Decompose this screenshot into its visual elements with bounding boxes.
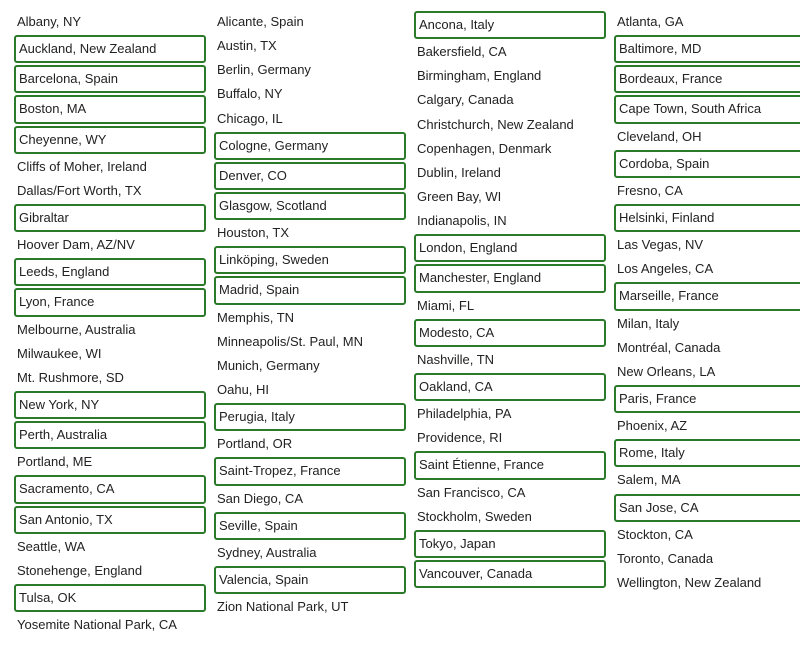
list-item: Lyon, France xyxy=(14,288,206,316)
list-item: New York, NY xyxy=(14,391,206,419)
list-item: Wellington, New Zealand xyxy=(614,571,800,595)
list-item: Dublin, Ireland xyxy=(414,161,606,185)
list-item: San Antonio, TX xyxy=(14,506,206,534)
list-item: Dallas/Fort Worth, TX xyxy=(14,179,206,203)
list-item: Denver, CO xyxy=(214,162,406,190)
list-item: Modesto, CA xyxy=(414,319,606,347)
list-item: San Jose, CA xyxy=(614,494,800,522)
list-item: Philadelphia, PA xyxy=(414,402,606,426)
list-item: Madrid, Spain xyxy=(214,276,406,304)
list-item: Miami, FL xyxy=(414,294,606,318)
column-4: Atlanta, GABaltimore, MDBordeaux, France… xyxy=(610,10,800,637)
list-item: Linköping, Sweden xyxy=(214,246,406,274)
list-item: San Francisco, CA xyxy=(414,481,606,505)
list-item: Seattle, WA xyxy=(14,535,206,559)
list-item: Chicago, IL xyxy=(214,107,406,131)
list-item: Seville, Spain xyxy=(214,512,406,540)
list-item: Copenhagen, Denmark xyxy=(414,137,606,161)
list-item: London, England xyxy=(414,234,606,262)
list-item: Perugia, Italy xyxy=(214,403,406,431)
column-3: Ancona, ItalyBakersfield, CABirmingham, … xyxy=(410,10,610,637)
column-2: Alicante, SpainAustin, TXBerlin, Germany… xyxy=(210,10,410,637)
list-item: Cologne, Germany xyxy=(214,132,406,160)
list-item: Calgary, Canada xyxy=(414,88,606,112)
list-item: Austin, TX xyxy=(214,34,406,58)
list-item: Portland, OR xyxy=(214,432,406,456)
list-item: Portland, ME xyxy=(14,450,206,474)
list-item: Hoover Dam, AZ/NV xyxy=(14,233,206,257)
list-item: Gibraltar xyxy=(14,204,206,232)
list-item: Cheyenne, WY xyxy=(14,126,206,154)
list-item: Indianapolis, IN xyxy=(414,209,606,233)
list-item: Bordeaux, France xyxy=(614,65,800,93)
list-item: Baltimore, MD xyxy=(614,35,800,63)
list-item: Boston, MA xyxy=(14,95,206,123)
list-item: Houston, TX xyxy=(214,221,406,245)
list-item: Rome, Italy xyxy=(614,439,800,467)
list-item: Stonehenge, England xyxy=(14,559,206,583)
list-item: Alicante, Spain xyxy=(214,10,406,34)
list-item: Yosemite National Park, CA xyxy=(14,613,206,637)
list-item: Stockholm, Sweden xyxy=(414,505,606,529)
list-item: San Diego, CA xyxy=(214,487,406,511)
list-item: New Orleans, LA xyxy=(614,360,800,384)
list-item: Bakersfield, CA xyxy=(414,40,606,64)
list-item: Salem, MA xyxy=(614,468,800,492)
list-item: Ancona, Italy xyxy=(414,11,606,39)
list-item: Toronto, Canada xyxy=(614,547,800,571)
list-item: Atlanta, GA xyxy=(614,10,800,34)
list-item: Perth, Australia xyxy=(14,421,206,449)
list-item: Sacramento, CA xyxy=(14,475,206,503)
list-item: Milan, Italy xyxy=(614,312,800,336)
column-1: Albany, NYAuckland, New ZealandBarcelona… xyxy=(10,10,210,637)
list-item: Albany, NY xyxy=(14,10,206,34)
list-item: Birmingham, England xyxy=(414,64,606,88)
list-item: Sydney, Australia xyxy=(214,541,406,565)
city-columns: Albany, NYAuckland, New ZealandBarcelona… xyxy=(10,10,800,637)
list-item: Memphis, TN xyxy=(214,306,406,330)
list-item: Stockton, CA xyxy=(614,523,800,547)
list-item: Valencia, Spain xyxy=(214,566,406,594)
list-item: Helsinki, Finland xyxy=(614,204,800,232)
list-item: Glasgow, Scotland xyxy=(214,192,406,220)
list-item: Mt. Rushmore, SD xyxy=(14,366,206,390)
list-item: Zion National Park, UT xyxy=(214,595,406,619)
list-item: Cordoba, Spain xyxy=(614,150,800,178)
list-item: Cleveland, OH xyxy=(614,125,800,149)
list-item: Berlin, Germany xyxy=(214,58,406,82)
list-item: Cliffs of Moher, Ireland xyxy=(14,155,206,179)
list-item: Saint-Tropez, France xyxy=(214,457,406,485)
list-item: Marseille, France xyxy=(614,282,800,310)
list-item: Munich, Germany xyxy=(214,354,406,378)
list-item: Green Bay, WI xyxy=(414,185,606,209)
list-item: Phoenix, AZ xyxy=(614,414,800,438)
list-item: Las Vegas, NV xyxy=(614,233,800,257)
list-item: Los Angeles, CA xyxy=(614,257,800,281)
list-item: Tokyo, Japan xyxy=(414,530,606,558)
list-item: Barcelona, Spain xyxy=(14,65,206,93)
list-item: Oahu, HI xyxy=(214,378,406,402)
list-item: Oakland, CA xyxy=(414,373,606,401)
list-item: Montréal, Canada xyxy=(614,336,800,360)
list-item: Buffalo, NY xyxy=(214,82,406,106)
list-item: Vancouver, Canada xyxy=(414,560,606,588)
list-item: Christchurch, New Zealand xyxy=(414,113,606,137)
list-item: Minneapolis/St. Paul, MN xyxy=(214,330,406,354)
list-item: Saint Étienne, France xyxy=(414,451,606,479)
list-item: Manchester, England xyxy=(414,264,606,292)
list-item: Fresno, CA xyxy=(614,179,800,203)
list-item: Milwaukee, WI xyxy=(14,342,206,366)
list-item: Providence, RI xyxy=(414,426,606,450)
list-item: Leeds, England xyxy=(14,258,206,286)
list-item: Auckland, New Zealand xyxy=(14,35,206,63)
list-item: Tulsa, OK xyxy=(14,584,206,612)
list-item: Melbourne, Australia xyxy=(14,318,206,342)
list-item: Paris, France xyxy=(614,385,800,413)
list-item: Nashville, TN xyxy=(414,348,606,372)
list-item: Cape Town, South Africa xyxy=(614,95,800,123)
